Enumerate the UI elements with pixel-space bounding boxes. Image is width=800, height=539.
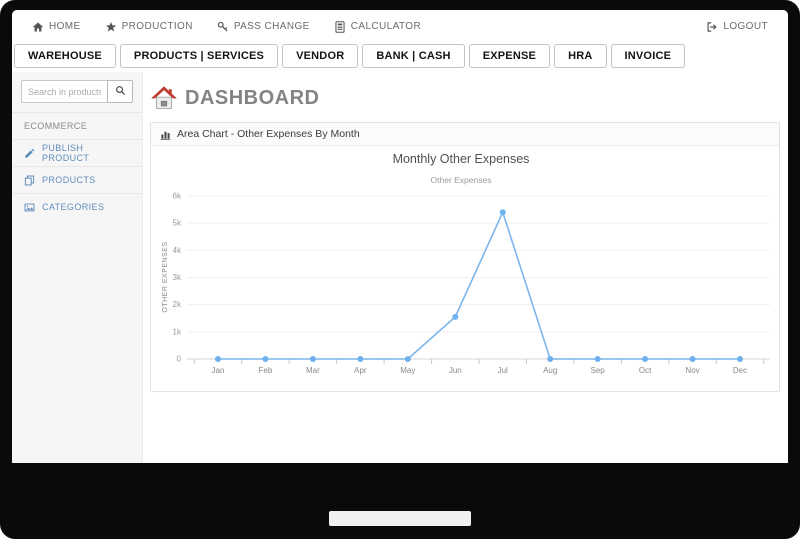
tab-products-services[interactable]: PRODUCTS | SERVICES: [119, 44, 279, 68]
key-icon: [217, 21, 229, 33]
chart-panel-header: Area Chart - Other Expenses By Month: [151, 123, 779, 146]
chart-panel: Area Chart - Other Expenses By Month Mon…: [150, 122, 780, 392]
image-icon: [24, 202, 35, 213]
svg-text:Aug: Aug: [543, 366, 557, 375]
search-button[interactable]: [107, 80, 133, 103]
nav-item-label: LOGOUT: [723, 21, 768, 32]
calculator-icon: [334, 20, 346, 33]
bar-chart-icon: [160, 129, 171, 140]
sidebar-section-label: ECOMMERCE: [24, 121, 88, 131]
svg-text:Nov: Nov: [685, 366, 699, 375]
page-title-row: DASHBOARD: [151, 86, 780, 110]
module-tabbar: WAREHOUSE PRODUCTS | SERVICES VENDOR BANK |…: [12, 43, 788, 72]
search-input[interactable]: [21, 80, 107, 103]
house-icon: [151, 86, 177, 110]
svg-text:Monthly Other Expenses: Monthly Other Expenses: [393, 152, 530, 166]
sidebar-item-publish-product[interactable]: PUBLISH PRODUCT: [12, 139, 142, 166]
home-indicator: [329, 511, 471, 526]
svg-text:May: May: [400, 366, 415, 375]
nav-item-label: PASS CHANGE: [233, 21, 310, 32]
sidebar-item-label: CATEGORIES: [42, 202, 105, 212]
nav-item-calculator[interactable]: CALCULATOR: [334, 20, 422, 33]
main-content: DASHBOARD Area Chart - Other Expenses By…: [143, 72, 788, 463]
svg-text:OTHER EXPENSES: OTHER EXPENSES: [162, 241, 169, 312]
copy-icon: [24, 175, 35, 186]
svg-text:Jan: Jan: [212, 366, 225, 375]
svg-text:Mar: Mar: [306, 366, 320, 375]
svg-text:0: 0: [177, 355, 182, 364]
nav-item-production[interactable]: PRODUCTION: [105, 21, 193, 33]
sidebar-item-products[interactable]: PRODUCTS: [12, 166, 142, 193]
pencil-icon: [24, 148, 35, 159]
logout-icon: [706, 21, 718, 33]
sidebar-item-label: PUBLISH PRODUCT: [42, 143, 90, 163]
svg-text:4k: 4k: [173, 246, 182, 255]
app-window: HOME PRODUCTION PASS CHANGE CALCULATOR LOGOU…: [12, 10, 788, 463]
sidebar-search-row: [12, 72, 142, 112]
nav-item-label: CALCULATOR: [350, 21, 422, 32]
page-title: DASHBOARD: [185, 86, 320, 109]
star-icon: [105, 21, 117, 33]
svg-text:6k: 6k: [173, 192, 182, 201]
nav-item-label: PRODUCTION: [121, 21, 193, 32]
chart-panel-body: Monthly Other Expenses Other Expenses OTHE…: [151, 146, 779, 391]
search-icon: [115, 84, 126, 99]
home-icon: [32, 21, 44, 33]
nav-item-pass-change[interactable]: PASS CHANGE: [217, 21, 310, 33]
svg-text:2k: 2k: [173, 300, 182, 309]
svg-text:3k: 3k: [173, 273, 182, 282]
svg-text:Feb: Feb: [259, 366, 273, 375]
sidebar-item-label: PRODUCTS: [42, 175, 96, 185]
svg-text:Apr: Apr: [354, 366, 367, 375]
tab-bank-cash[interactable]: BANK | CASH: [362, 44, 465, 68]
svg-text:Sep: Sep: [591, 366, 606, 375]
svg-text:5k: 5k: [173, 219, 182, 228]
sidebar-section-header: ECOMMERCE: [12, 112, 142, 139]
nav-item-logout[interactable]: LOGOUT: [706, 21, 768, 33]
nav-item-label: HOME: [49, 21, 81, 32]
area-chart: Monthly Other Expenses Other Expenses OTHE…: [162, 152, 770, 375]
svg-text:Jul: Jul: [498, 366, 508, 375]
top-navbar: HOME PRODUCTION PASS CHANGE CALCULATOR LOGOU…: [12, 10, 788, 43]
chart-panel-title: Area Chart - Other Expenses By Month: [177, 128, 360, 140]
nav-item-home[interactable]: HOME: [32, 21, 81, 33]
sidebar: ECOMMERCE PUBLISH PRODUCT PRODUCTS CATEGOR…: [12, 72, 143, 463]
tab-expense[interactable]: EXPENSE: [468, 44, 551, 68]
sidebar-item-categories[interactable]: CATEGORIES: [12, 193, 142, 220]
tab-hra[interactable]: HRA: [554, 44, 607, 68]
svg-text:Oct: Oct: [639, 366, 652, 375]
body-row: ECOMMERCE PUBLISH PRODUCT PRODUCTS CATEGOR…: [12, 72, 788, 463]
tab-warehouse[interactable]: WAREHOUSE: [14, 44, 116, 68]
svg-text:Jun: Jun: [449, 366, 462, 375]
tab-vendor[interactable]: VENDOR: [282, 44, 359, 68]
svg-text:1k: 1k: [173, 327, 182, 336]
device-frame: HOME PRODUCTION PASS CHANGE CALCULATOR LOGOU…: [0, 0, 800, 539]
svg-text:Other Expenses: Other Expenses: [431, 175, 492, 185]
tab-invoice[interactable]: INVOICE: [610, 44, 686, 68]
svg-text:Dec: Dec: [733, 366, 747, 375]
sidebar-items: PUBLISH PRODUCT PRODUCTS CATEGORIES: [12, 139, 142, 220]
